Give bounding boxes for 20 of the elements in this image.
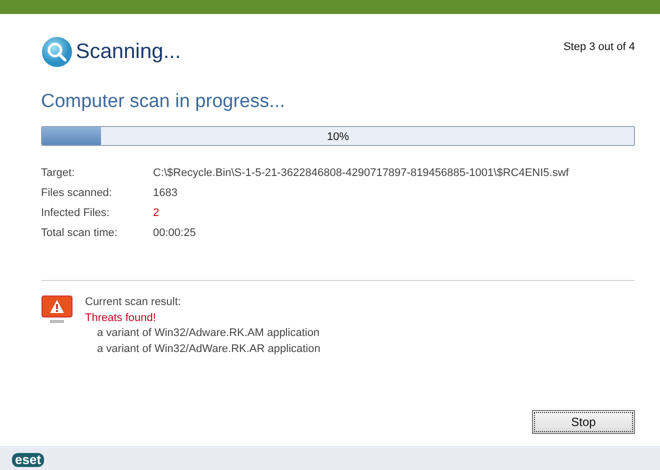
detail-label: Total scan time: [41, 226, 118, 240]
stop-button[interactable]: Stop [532, 410, 635, 434]
progress-label: 10% [326, 130, 350, 145]
detail-value: 00:00:25 [153, 226, 196, 240]
detail-value: 1683 [153, 186, 178, 200]
window-title: Scanning... [76, 39, 181, 65]
detail-value: C:\$Recycle.Bin\S-1-5-21-3622846808-4290717897-819456885-1001\$RC4ENI5.swf [153, 166, 569, 180]
warning-monitor-icon [41, 295, 73, 325]
detail-label: Infected Files: [41, 206, 110, 220]
threats-status: Threats found! [85, 310, 157, 326]
step-indicator: Step 3 out of 4 [563, 40, 635, 55]
result-title: Current scan result: [85, 295, 182, 310]
search-icon [41, 36, 73, 68]
logo: eset [12, 453, 44, 467]
threat-item: a variant of Win32/AdWare.RK.AR application [96, 342, 320, 356]
threat-item: a variant of Win32/Adware.RK.AM application [96, 326, 320, 341]
detail-label: Files scanned: [41, 186, 112, 200]
detail-value: 2 [153, 206, 160, 220]
detail-label: Target: [41, 166, 75, 180]
scan-heading: Computer scan in progress... [41, 90, 286, 114]
